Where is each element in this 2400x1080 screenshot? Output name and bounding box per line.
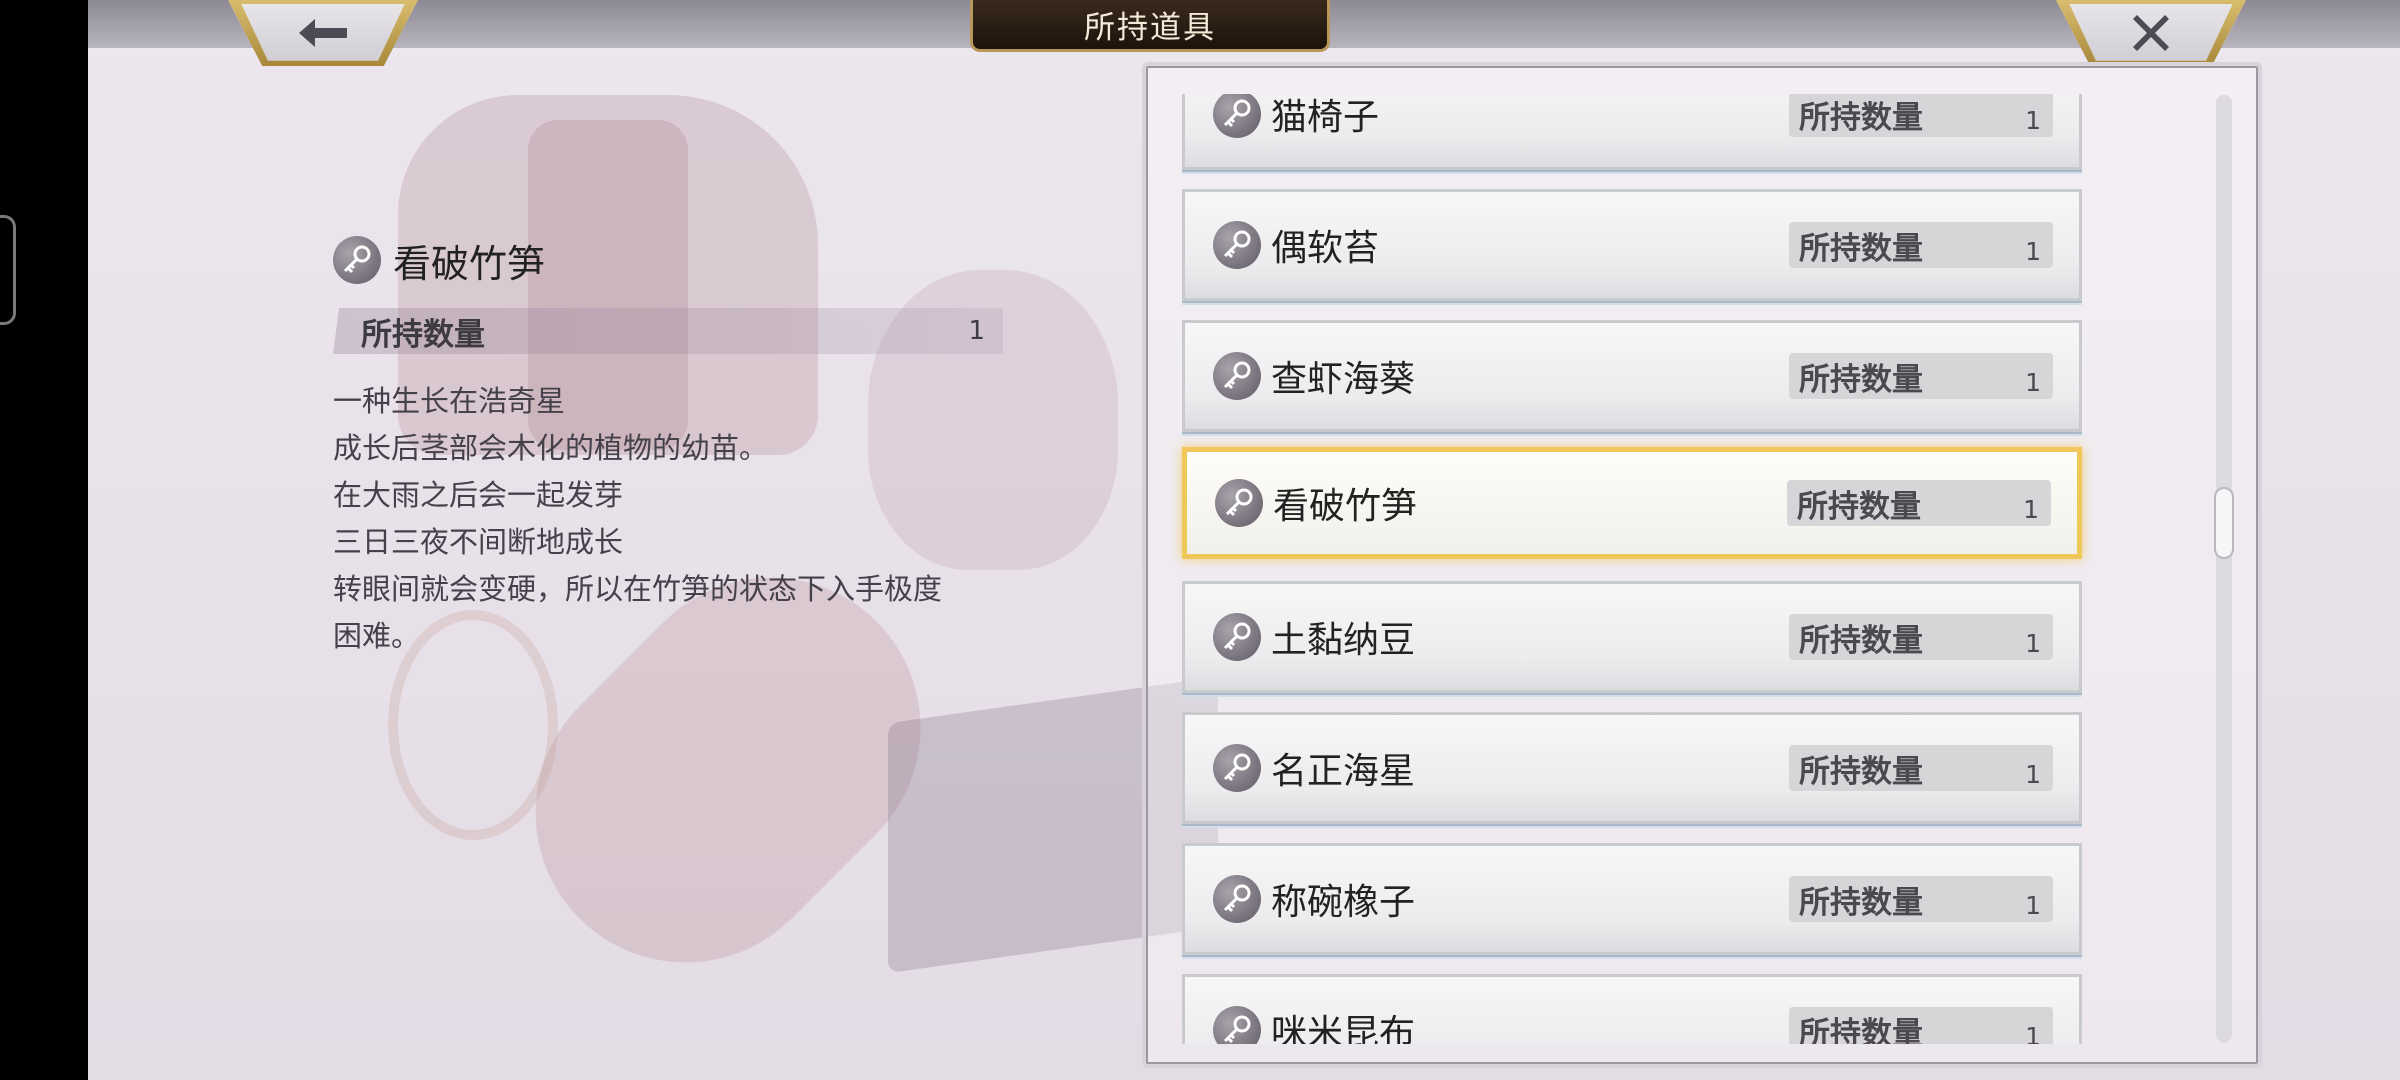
key-icon (333, 236, 381, 284)
item-count-label: 所持数量 (1799, 361, 1923, 398)
item-count-value: 1 (2025, 105, 2041, 135)
item-name: 土黏纳豆 (1271, 620, 1416, 661)
item-name: 猫椅子 (1271, 97, 1380, 138)
title-plate: 所持道具 (970, 0, 1330, 52)
back-arrow-icon (299, 19, 347, 47)
description-line: 成长后茎部会木化的植物的幼苗。 (333, 431, 769, 465)
close-button[interactable] (2056, 0, 2246, 66)
item-count-box: 所持数量 1 (1789, 876, 2053, 922)
close-x-icon (2133, 15, 2169, 51)
key-icon (1213, 744, 1261, 792)
description-line: 转眼间就会变硬，所以在竹笋的状态下入手极度 (333, 572, 943, 606)
key-icon (1213, 1006, 1261, 1044)
item-name: 称碗橡子 (1271, 882, 1416, 923)
item-count-value: 1 (2025, 1021, 2041, 1045)
item-count-value: 1 (2025, 367, 2041, 397)
game-view: 所持道具 看破竹笋 所持数量 1 一种生长在浩奇星 成长后茎部会木化的植物的幼苗… (88, 0, 2400, 1080)
detail-header: 看破竹笋 (333, 230, 1003, 290)
key-icon (1213, 613, 1261, 661)
description-line: 三日三夜不间断地成长 (333, 525, 624, 559)
item-count-label: 所持数量 (1799, 1015, 1923, 1045)
detail-description: 一种生长在浩奇星 成长后茎部会木化的植物的幼苗。 在大雨之后会一起发芽 三日三夜… (333, 378, 1003, 660)
item-count-box: 所持数量 1 (1789, 94, 2053, 137)
detail-count-bar: 所持数量 1 (333, 308, 1003, 354)
back-button[interactable] (228, 0, 418, 66)
item-count-value: 1 (2023, 494, 2039, 524)
key-icon (1213, 221, 1261, 269)
item-name: 名正海星 (1271, 751, 1416, 792)
item-count-label: 所持数量 (1799, 99, 1923, 136)
list-item[interactable]: 查虾海葵 所持数量 1 (1182, 320, 2082, 432)
key-icon (1213, 352, 1261, 400)
description-line: 困难。 (333, 619, 421, 653)
list-item[interactable]: 偶软苔 所持数量 1 (1182, 189, 2082, 301)
item-count-box: 所持数量 1 (1789, 1007, 2053, 1044)
key-icon (1215, 479, 1263, 527)
list-scrollbar[interactable] (2214, 95, 2234, 1043)
item-count-box: 所持数量 1 (1789, 745, 2053, 791)
description-line: 一种生长在浩奇星 (333, 384, 566, 418)
item-detail-panel: 看破竹笋 所持数量 1 一种生长在浩奇星 成长后茎部会木化的植物的幼苗。 在大雨… (333, 230, 1003, 660)
item-name: 偶软苔 (1271, 228, 1380, 269)
screen: 所持道具 看破竹笋 所持数量 1 一种生长在浩奇星 成长后茎部会木化的植物的幼苗… (0, 0, 2400, 1080)
item-count-label: 所持数量 (1799, 884, 1923, 921)
item-count-box: 所持数量 1 (1789, 614, 2053, 660)
item-count-value: 1 (2025, 890, 2041, 920)
scrollbar-thumb[interactable] (2214, 487, 2234, 559)
detail-count-value: 1 (968, 316, 985, 346)
item-count-value: 1 (2025, 236, 2041, 266)
list-item[interactable]: 称碗橡子 所持数量 1 (1182, 843, 2082, 955)
list-item[interactable]: 咪米昆布 所持数量 1 (1182, 974, 2082, 1044)
list-item[interactable]: 猫椅子 所持数量 1 (1182, 94, 2082, 170)
item-count-box: 所持数量 1 (1789, 353, 2053, 399)
detail-count-label: 所持数量 (361, 316, 485, 353)
item-count-label: 所持数量 (1799, 230, 1923, 267)
item-count-box: 所持数量 1 (1789, 222, 2053, 268)
list-item[interactable]: 名正海星 所持数量 1 (1182, 712, 2082, 824)
item-name: 看破竹笋 (1273, 486, 1418, 527)
system-edge-handle[interactable] (0, 215, 16, 325)
item-count-label: 所持数量 (1797, 488, 1921, 525)
item-count-value: 1 (2025, 759, 2041, 789)
detail-item-name: 看破竹笋 (393, 241, 546, 286)
description-line: 在大雨之后会一起发芽 (333, 478, 624, 512)
key-icon (1213, 94, 1261, 138)
item-count-value: 1 (2025, 628, 2041, 658)
item-name: 咪米昆布 (1271, 1013, 1416, 1044)
list-item-selected[interactable]: 看破竹笋 所持数量 1 (1182, 447, 2082, 559)
list-item[interactable]: 土黏纳豆 所持数量 1 (1182, 581, 2082, 693)
item-count-label: 所持数量 (1799, 622, 1923, 659)
page-title: 所持道具 (1084, 10, 1216, 46)
item-list[interactable]: 猫椅子 所持数量 1 偶软苔 所持数量 1 查虾海葵 所持数量 1 看破竹笋 所… (1142, 94, 2262, 1044)
key-icon (1213, 875, 1261, 923)
item-count-label: 所持数量 (1799, 753, 1923, 790)
item-name: 查虾海葵 (1271, 359, 1416, 400)
item-count-box: 所持数量 1 (1787, 480, 2051, 526)
